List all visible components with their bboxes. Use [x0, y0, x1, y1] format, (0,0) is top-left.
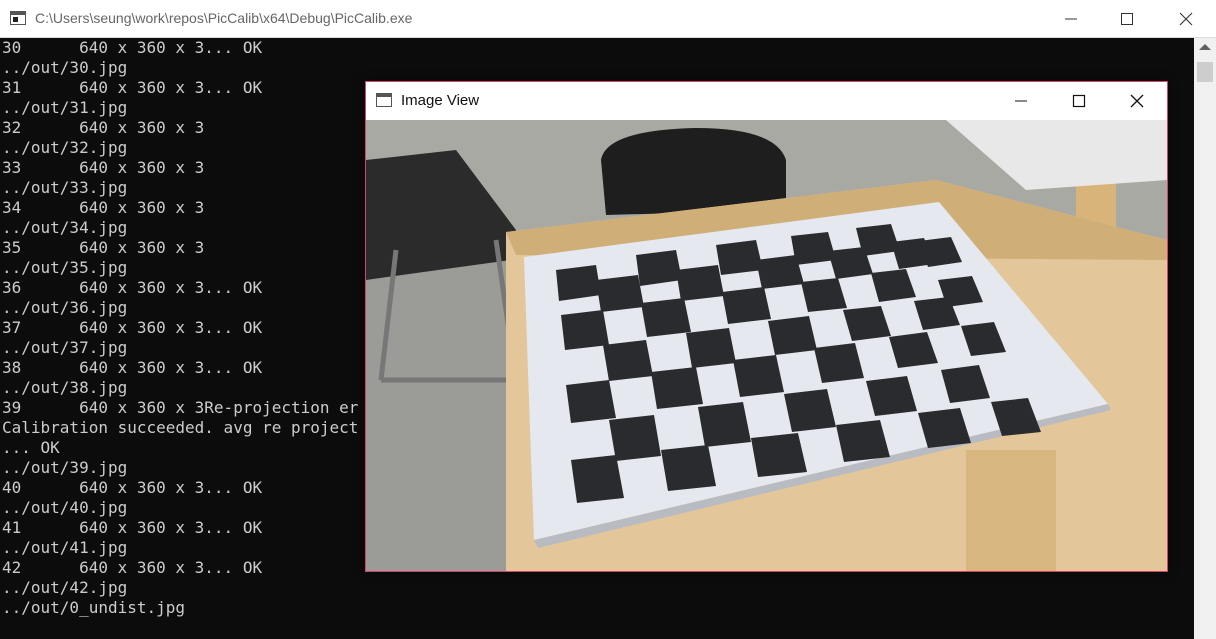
image-view-app-icon	[376, 93, 392, 107]
checkerboard-photo-image	[366, 120, 1167, 571]
image-view-title: Image View	[401, 92, 480, 109]
image-view-minimize-button[interactable]	[992, 82, 1050, 120]
scrollbar-thumb[interactable]	[1197, 62, 1213, 82]
image-view-window: Image View	[365, 81, 1168, 572]
image-view-close-button[interactable]	[1108, 82, 1166, 120]
minimize-icon	[1065, 18, 1077, 20]
close-icon	[1179, 12, 1193, 26]
close-icon	[1130, 94, 1144, 108]
scroll-up-arrow-icon[interactable]	[1199, 44, 1211, 50]
maximize-icon	[1121, 13, 1133, 25]
console-line: ../out/0_undist.jpg	[2, 598, 186, 617]
console-titlebar: C:\Users\seung\work\repos\PicCalib\x64\D…	[0, 0, 1216, 38]
checkerboard-photo	[366, 120, 1167, 571]
image-view-maximize-button[interactable]	[1050, 82, 1108, 120]
console-maximize-button[interactable]	[1098, 0, 1156, 38]
maximize-icon	[1072, 94, 1086, 108]
console-window-title: C:\Users\seung\work\repos\PicCalib\x64\D…	[35, 10, 413, 26]
console-minimize-button[interactable]	[1042, 0, 1100, 38]
console-line: ../out/30.jpg	[2, 58, 128, 77]
console-line: ../out/42.jpg	[2, 578, 128, 597]
console-scrollbar[interactable]	[1194, 38, 1216, 639]
minimize-icon	[1015, 100, 1027, 102]
console-app-icon	[10, 11, 26, 25]
console-close-button[interactable]	[1157, 0, 1215, 38]
image-view-titlebar[interactable]: Image View	[366, 82, 1167, 120]
console-line: 30 640 x 360 x 3... OK	[2, 38, 263, 57]
